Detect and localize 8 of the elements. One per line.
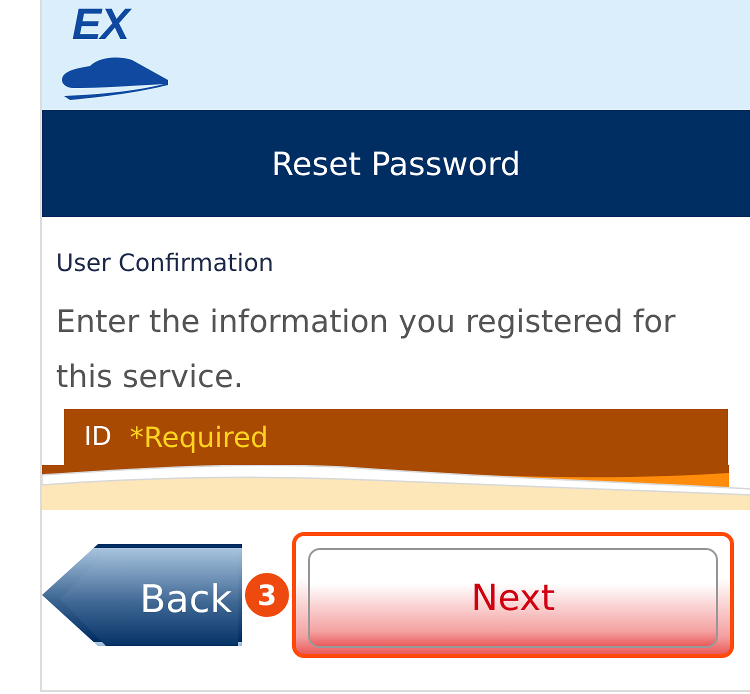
required-note: *Required [130,420,268,454]
step-badge: 3 [242,570,292,620]
logo-text: EX [72,0,129,50]
section-title: User Confirmation [56,249,275,277]
next-button[interactable]: Next [308,548,718,648]
field-label: ID [84,422,112,452]
instruction-text: Enter the information you registered for this service. [56,303,676,397]
page-title: Reset Password [271,144,521,182]
